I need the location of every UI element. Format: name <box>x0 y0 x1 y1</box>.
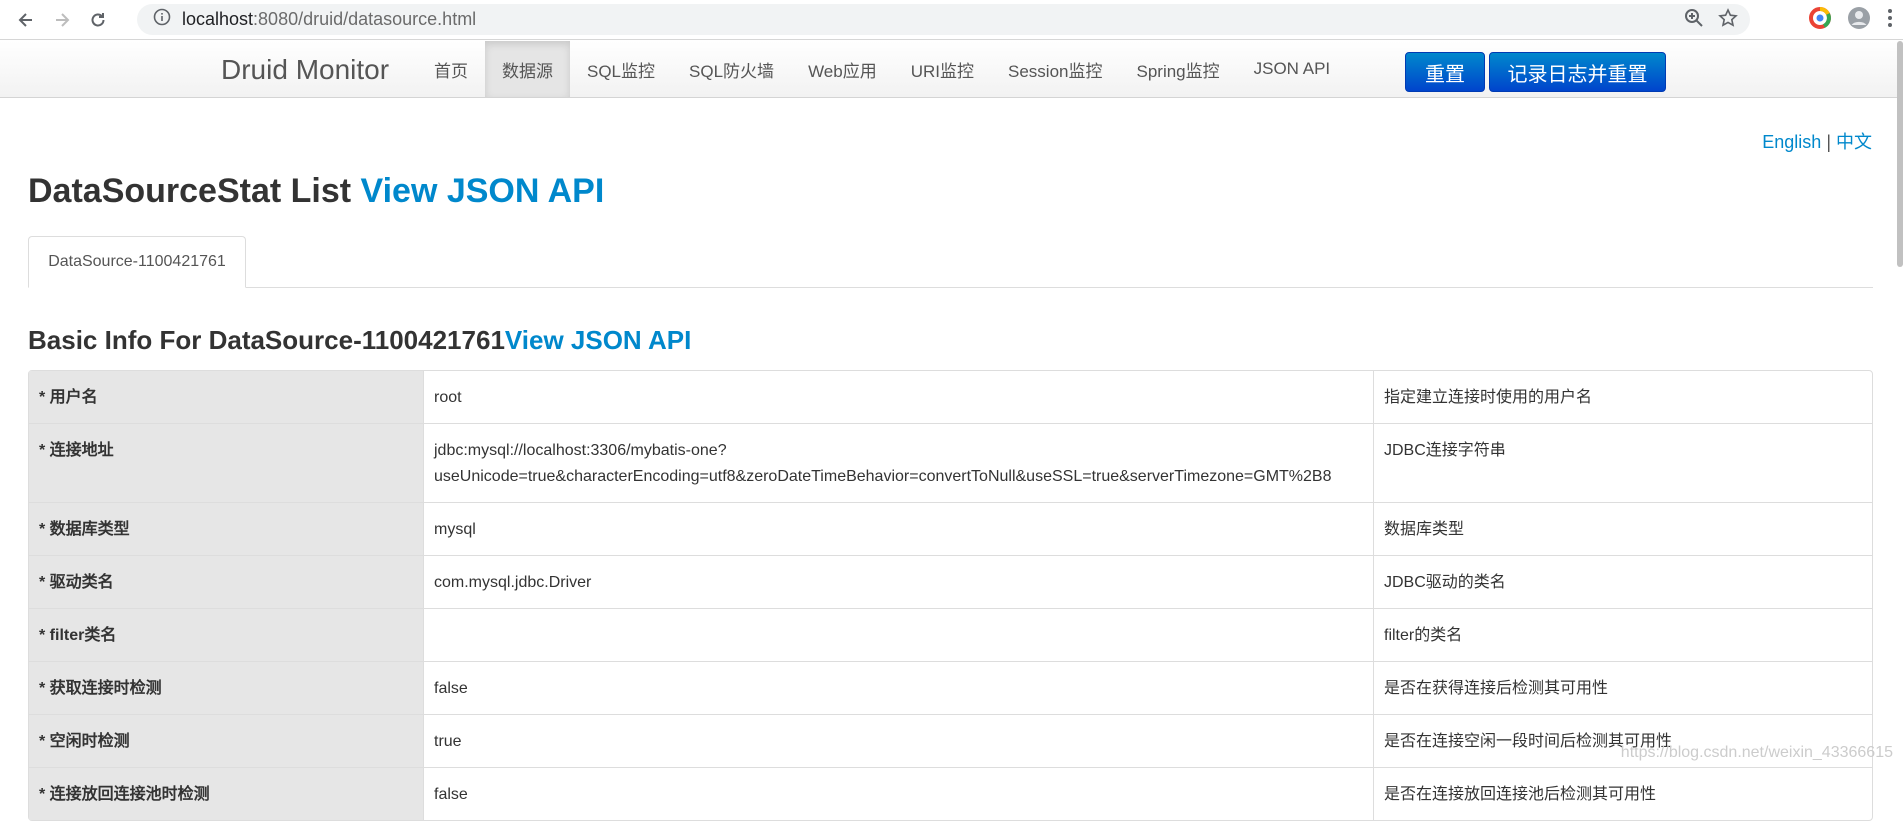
row-value: com.mysql.jdbc.Driver <box>423 555 1373 608</box>
table-row: * 获取连接时检测 false 是否在获得连接后检测其可用性 <box>29 661 1872 714</box>
basic-info-table: * 用户名 root 指定建立连接时使用的用户名 * 连接地址 jdbc:mys… <box>28 370 1873 821</box>
reset-button[interactable]: 重置 <box>1405 52 1485 92</box>
row-key: * 数据库类型 <box>29 502 423 555</box>
row-key: * 连接放回连接池时检测 <box>29 767 423 820</box>
browser-toolbar: localhost:8080/druid/datasource.html <box>0 0 1903 40</box>
row-value: true <box>423 714 1373 767</box>
row-desc: 指定建立连接时使用的用户名 <box>1373 371 1872 423</box>
row-key: * 连接地址 <box>29 423 423 502</box>
lang-chinese-link[interactable]: 中文 <box>1836 132 1872 152</box>
nav-item-webapp[interactable]: Web应用 <box>791 41 894 97</box>
address-bar[interactable]: localhost:8080/druid/datasource.html <box>137 4 1750 35</box>
watermark-text: https://blog.csdn.net/weixin_43366615 <box>1621 744 1893 762</box>
row-desc: filter的类名 <box>1373 608 1872 661</box>
nav-item-session[interactable]: Session监控 <box>991 41 1119 97</box>
row-desc: JDBC连接字符串 <box>1373 423 1872 502</box>
table-row: * 数据库类型 mysql 数据库类型 <box>29 502 1872 555</box>
table-row: * 空闲时检测 true 是否在连接空闲一段时间后检测其可用性 <box>29 714 1872 767</box>
menu-kebab-icon[interactable] <box>1887 8 1893 33</box>
table-row: * 连接放回连接池时检测 false 是否在连接放回连接池后检测其可用性 <box>29 767 1872 820</box>
tab-datasource[interactable]: DataSource-1100421761 <box>28 236 246 288</box>
row-value-line2: useUnicode=true&characterEncoding=utf8&z… <box>434 464 1363 490</box>
url-text: localhost:8080/druid/datasource.html <box>182 9 476 30</box>
lang-english-link[interactable]: English <box>1762 132 1821 152</box>
row-key: * 获取连接时检测 <box>29 661 423 714</box>
back-icon[interactable] <box>8 2 44 38</box>
row-desc: 是否在获得连接后检测其可用性 <box>1373 661 1872 714</box>
extension-icon[interactable] <box>1809 7 1831 34</box>
table-row: * 用户名 root 指定建立连接时使用的用户名 <box>29 371 1872 423</box>
row-value: false <box>423 767 1373 820</box>
nav-item-uri[interactable]: URI监控 <box>894 41 991 97</box>
druid-navbar: Druid Monitor 首页 数据源 SQL监控 SQL防火墙 Web应用 … <box>0 41 1903 98</box>
lang-separator: | <box>1821 132 1836 152</box>
nav-item-sql[interactable]: SQL监控 <box>570 41 672 97</box>
row-value <box>423 608 1373 661</box>
table-row: * filter类名 filter的类名 <box>29 608 1872 661</box>
nav-item-wall[interactable]: SQL防火墙 <box>672 41 791 97</box>
page-title-text: DataSourceStat List <box>28 172 361 210</box>
basic-info-json-link[interactable]: View JSON API <box>505 325 691 355</box>
nav-item-spring[interactable]: Spring监控 <box>1119 41 1236 97</box>
row-key: * 用户名 <box>29 371 423 423</box>
page-title: DataSourceStat List View JSON API <box>28 172 604 211</box>
zoom-icon[interactable] <box>1684 8 1704 33</box>
view-json-api-link[interactable]: View JSON API <box>361 172 605 210</box>
info-icon[interactable] <box>153 8 171 31</box>
row-key: * 空闲时检测 <box>29 714 423 767</box>
nav-item-home[interactable]: 首页 <box>417 41 485 97</box>
nav-item-json-api[interactable]: JSON API <box>1237 41 1348 97</box>
row-desc: 是否在连接放回连接池后检测其可用性 <box>1373 767 1872 820</box>
nav-menu: 首页 数据源 SQL监控 SQL防火墙 Web应用 URI监控 Session监… <box>417 41 1347 97</box>
row-key: * filter类名 <box>29 608 423 661</box>
reload-icon[interactable] <box>80 2 116 38</box>
row-desc: 数据库类型 <box>1373 502 1872 555</box>
row-value: jdbc:mysql://localhost:3306/mybatis-one?… <box>423 423 1373 502</box>
table-row: * 连接地址 jdbc:mysql://localhost:3306/mybat… <box>29 423 1872 502</box>
row-value-line1: jdbc:mysql://localhost:3306/mybatis-one? <box>434 438 1363 464</box>
row-value: mysql <box>423 502 1373 555</box>
page-scrollbar[interactable] <box>1897 41 1903 267</box>
row-value: false <box>423 661 1373 714</box>
forward-icon[interactable] <box>44 2 80 38</box>
profile-avatar-icon[interactable] <box>1847 6 1871 35</box>
datasource-tabs: DataSource-1100421761 <box>28 236 1873 288</box>
table-row: * 驱动类名 com.mysql.jdbc.Driver JDBC驱动的类名 <box>29 555 1872 608</box>
nav-item-datasource[interactable]: 数据源 <box>485 41 570 97</box>
row-key: * 驱动类名 <box>29 555 423 608</box>
row-desc: JDBC驱动的类名 <box>1373 555 1872 608</box>
row-value: root <box>423 371 1373 423</box>
basic-info-text: Basic Info For DataSource-1100421761 <box>28 325 505 355</box>
language-switch: English | 中文 <box>1762 128 1872 154</box>
log-and-reset-button[interactable]: 记录日志并重置 <box>1489 52 1666 92</box>
brand-logo[interactable]: Druid Monitor <box>221 54 389 86</box>
basic-info-heading: Basic Info For DataSource-1100421761View… <box>28 325 691 356</box>
bookmark-star-icon[interactable] <box>1718 8 1738 33</box>
